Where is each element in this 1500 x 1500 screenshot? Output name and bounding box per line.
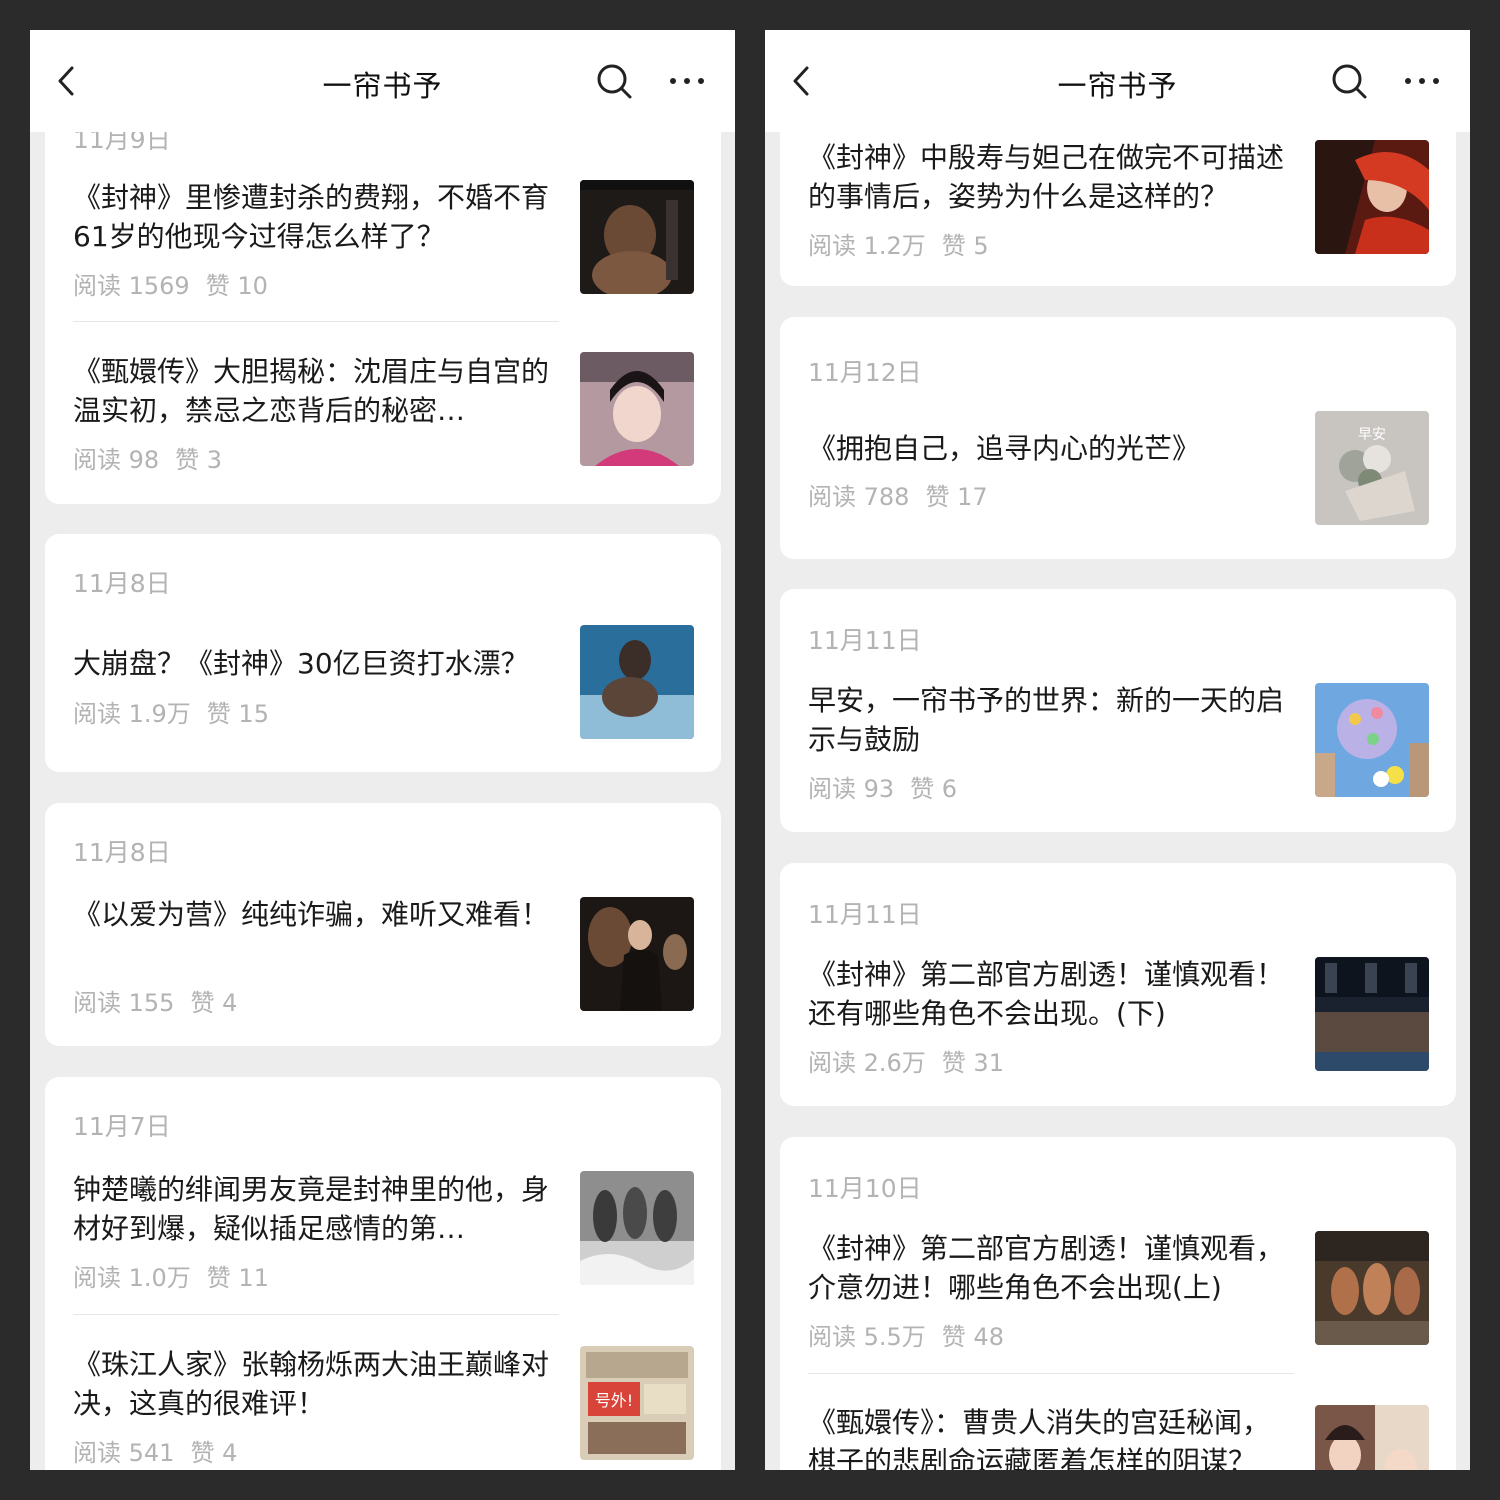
article-title: 《封神》第二部官方剧透！谨慎观看！还有哪些角色不会出现。(下) xyxy=(808,958,1285,1030)
article-title: 《封神》中殷寿与妲己在做完不可描述的事情后，姿势为什么是这样的？ xyxy=(808,141,1285,213)
article-item[interactable]: 《封神》第二部官方剧透！谨慎观看！还有哪些角色不会出现。(下) 阅读 2.6万赞… xyxy=(780,955,1456,1085)
article-title: 大崩盘？《封神》30亿巨资打水漂？ xyxy=(73,647,529,680)
article-stats: 阅读 155 赞 4 xyxy=(73,983,237,1018)
article-title: 《拥抱自己，追寻内心的光芒》 xyxy=(808,432,1201,465)
divider xyxy=(73,1314,559,1315)
article-thumbnail xyxy=(580,897,694,1011)
article-thumbnail: 早安 xyxy=(1315,411,1429,525)
article-title: 钟楚曦的绯闻男友竟是封神里的他，身材好到爆，疑似插足感情的第… xyxy=(73,1173,550,1245)
read-count: 阅读 93 xyxy=(808,775,895,803)
read-count: 阅读 1.9万 xyxy=(73,700,191,728)
article-stats: 阅读 788 赞 17 xyxy=(808,477,988,512)
read-count: 阅读 1.0万 xyxy=(73,1264,191,1292)
article-thumbnail xyxy=(580,1171,694,1285)
like-count: 赞 5 xyxy=(941,232,989,260)
article-item[interactable]: 大崩盘？《封神》30亿巨资打水漂？ 阅读 1.9万赞 15 xyxy=(45,625,721,772)
article-item[interactable]: 《拥抱自己，追寻内心的光芒》 阅读 788 赞 17 早安 xyxy=(780,411,1456,559)
search-icon[interactable] xyxy=(595,62,633,100)
article-group-card: 11月10日 《封神》第二部官方剧透！谨慎观看，介意勿进！哪些角色不会出现(上)… xyxy=(780,1137,1456,1470)
article-title: 《珠江人家》张翰杨烁两大油王巅峰对决，这真的很难评！ xyxy=(73,1348,550,1420)
thumbnail-text: 早安 xyxy=(1358,427,1386,443)
date-label: 11月10日 xyxy=(808,1174,922,1203)
article-stats: 阅读 2.6万赞 31 xyxy=(808,1043,1004,1078)
read-count: 阅读 1.2万 xyxy=(808,232,926,260)
article-group-card: 11月8日 《以爱为营》纯纯诈骗，难听又难看！ 阅读 155 赞 4 xyxy=(45,803,721,1046)
article-item[interactable]: 《以爱为营》纯纯诈骗，难听又难看！ 阅读 155 赞 4 xyxy=(45,895,721,1025)
like-count: 赞 10 xyxy=(205,272,268,300)
article-item[interactable]: 早安，一帘书予的世界：新的一天的启示与鼓励 阅读 93 赞 6 xyxy=(780,681,1456,811)
like-count: 赞 31 xyxy=(941,1049,1004,1077)
read-count: 阅读 5.5万 xyxy=(808,1323,926,1351)
article-thumbnail xyxy=(580,352,694,466)
divider xyxy=(808,1373,1294,1374)
article-title: 《以爱为营》纯纯诈骗，难听又难看！ xyxy=(73,898,550,931)
left-screen: 11月9日 《封神》里惨遭封杀的费翔，不婚不育61岁的他现今过得怎么样了？ 阅读… xyxy=(30,30,735,1470)
read-count: 阅读 98 xyxy=(73,446,160,474)
article-title: 《封神》第二部官方剧透！谨慎观看，介意勿进！哪些角色不会出现(上) xyxy=(808,1232,1285,1304)
article-title: 《封神》里惨遭封杀的费翔，不婚不育61岁的他现今过得怎么样了？ xyxy=(73,181,550,253)
article-item[interactable]: 《甄嬛传》：曹贵人消失的宫廷秘闻，棋子的悲剧命运藏匿着怎样的阴谋？ xyxy=(780,1403,1456,1470)
read-count: 阅读 155 xyxy=(73,989,175,1017)
article-thumbnail xyxy=(1315,140,1429,254)
like-count: 赞 48 xyxy=(941,1323,1004,1351)
article-stats: 阅读 1569 赞 10 xyxy=(73,266,268,301)
date-label: 11月7日 xyxy=(73,1112,171,1141)
top-navbar: 一帘书予 xyxy=(765,30,1470,132)
article-thumbnail xyxy=(1315,1405,1429,1470)
article-item[interactable]: 《封神》第二部官方剧透！谨慎观看，介意勿进！哪些角色不会出现(上) 阅读 5.5… xyxy=(780,1229,1456,1359)
article-thumbnail xyxy=(1315,683,1429,797)
read-count: 阅读 541 xyxy=(73,1439,175,1467)
article-thumbnail xyxy=(1315,1231,1429,1345)
more-icon[interactable] xyxy=(667,62,707,100)
top-navbar: 一帘书予 xyxy=(30,30,735,132)
article-item[interactable]: 《封神》里惨遭封杀的费翔，不婚不育61岁的他现今过得怎么样了？ 阅读 1569 赞… xyxy=(45,178,721,308)
like-count: 赞 15 xyxy=(206,700,269,728)
article-title: 早安，一帘书予的世界：新的一天的启示与鼓励 xyxy=(808,684,1285,756)
like-count: 赞 4 xyxy=(190,989,238,1017)
read-count: 阅读 788 xyxy=(808,483,910,511)
date-label: 11月8日 xyxy=(73,838,171,867)
like-count: 赞 11 xyxy=(206,1264,269,1292)
article-thumbnail xyxy=(580,625,694,739)
article-thumbnail xyxy=(580,180,694,294)
article-title: 《甄嬛传》大胆揭秘：沈眉庄与自宫的温实初，禁忌之恋背后的秘密… xyxy=(73,355,550,427)
article-stats: 阅读 1.0万赞 11 xyxy=(73,1258,269,1293)
article-item[interactable]: 钟楚曦的绯闻男友竟是封神里的他，身材好到爆，疑似插足感情的第… 阅读 1.0万赞… xyxy=(45,1170,721,1300)
article-item[interactable]: 《封神》中殷寿与妲己在做完不可描述的事情后，姿势为什么是这样的？ 阅读 1.2万… xyxy=(780,138,1456,268)
date-label: 11月8日 xyxy=(73,569,171,598)
article-group-card: 11月12日 《拥抱自己，追寻内心的光芒》 阅读 788 赞 17 早安 xyxy=(780,317,1456,559)
divider xyxy=(73,321,559,322)
article-item[interactable]: 《珠江人家》张翰杨烁两大油王巅峰对决，这真的很难评！ 阅读 541 赞 4 号外! xyxy=(45,1345,721,1470)
article-item[interactable]: 《甄嬛传》大胆揭秘：沈眉庄与自宫的温实初，禁忌之恋背后的秘密… 阅读 98 赞 3 xyxy=(45,352,721,482)
search-icon[interactable] xyxy=(1330,62,1368,100)
article-group-card: 11月9日 《封神》里惨遭封杀的费翔，不婚不育61岁的他现今过得怎么样了？ 阅读… xyxy=(45,90,721,504)
like-count: 赞 6 xyxy=(910,775,958,803)
article-group-card: 11月8日 大崩盘？《封神》30亿巨资打水漂？ 阅读 1.9万赞 15 xyxy=(45,534,721,772)
article-stats: 阅读 541 赞 4 xyxy=(73,1433,237,1468)
read-count: 阅读 1569 xyxy=(73,272,190,300)
date-label: 11月11日 xyxy=(808,626,922,655)
read-count: 阅读 2.6万 xyxy=(808,1049,926,1077)
more-icon[interactable] xyxy=(1402,62,1442,100)
like-count: 赞 17 xyxy=(925,483,988,511)
article-thumbnail: 号外! xyxy=(580,1346,694,1460)
article-group-card: 11月7日 钟楚曦的绯闻男友竟是封神里的他，身材好到爆，疑似插足感情的第… 阅读… xyxy=(45,1077,721,1470)
article-stats: 阅读 1.2万赞 5 xyxy=(808,226,989,261)
article-stats: 阅读 98 赞 3 xyxy=(73,440,222,475)
thumbnail-text: 号外! xyxy=(595,1391,633,1410)
like-count: 赞 4 xyxy=(190,1439,238,1467)
like-count: 赞 3 xyxy=(175,446,223,474)
article-group-card: 11月11日 《封神》第二部官方剧透！谨慎观看！还有哪些角色不会出现。(下) 阅… xyxy=(780,863,1456,1106)
date-label: 11月11日 xyxy=(808,900,922,929)
article-stats: 阅读 1.9万赞 15 xyxy=(73,694,269,729)
article-stats: 阅读 93 赞 6 xyxy=(808,769,957,804)
date-label: 11月12日 xyxy=(808,358,922,387)
article-group-card: 11月11日 早安，一帘书予的世界：新的一天的启示与鼓励 阅读 93 赞 6 xyxy=(780,589,1456,832)
article-stats: 阅读 5.5万赞 48 xyxy=(808,1317,1004,1352)
article-thumbnail xyxy=(1315,957,1429,1071)
article-title: 《甄嬛传》：曹贵人消失的宫廷秘闻，棋子的悲剧命运藏匿着怎样的阴谋？ xyxy=(808,1406,1271,1470)
right-screen: 《封神》中殷寿与妲己在做完不可描述的事情后，姿势为什么是这样的？ 阅读 1.2万… xyxy=(765,30,1470,1470)
